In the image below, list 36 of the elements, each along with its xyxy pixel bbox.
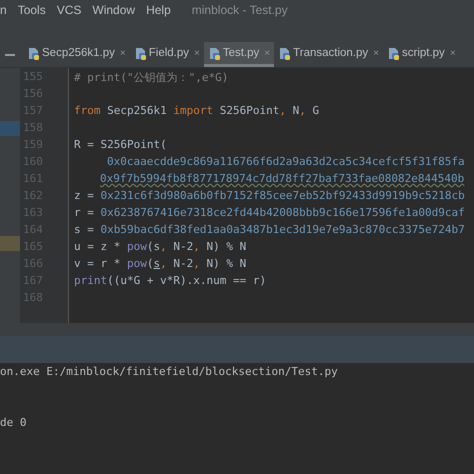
menu-item[interactable]: Help <box>146 3 171 17</box>
code-line: 0x9f7b5994fb8f877178974c7dd78ff27baf733fae08082e844540b <box>99 172 466 187</box>
console-line: de 0 <box>0 416 28 431</box>
tree-row-highlight <box>0 121 20 136</box>
python-file-icon <box>278 46 292 60</box>
code-line: R = S256Point( <box>74 138 168 153</box>
editor-tab[interactable]: Transaction.py × <box>274 42 383 67</box>
code-line: u = z * pow(s, N-2, N) % N <box>74 240 248 255</box>
python-file-icon <box>27 46 40 60</box>
code-line: # print("公钥值为：",e*G) <box>74 70 230 86</box>
menu-item[interactable]: VCS <box>56 3 82 17</box>
code-line: from Secp256k1 import S256Point, N, G <box>74 104 320 119</box>
code-line: s = 0xb59bac6df38fed1aa0a3487b1ec3d19e7e9a3c870cc3375e724b7 <box>74 223 466 238</box>
python-file-icon <box>386 46 400 60</box>
menu-item[interactable]: Tools <box>18 3 46 17</box>
editor-tab[interactable]: script.py × <box>382 42 460 67</box>
editor-tab[interactable]: Test.py × <box>204 42 274 67</box>
tree-row-highlight <box>0 236 20 251</box>
code-line: r = 0x6238767416e7318ce2fd44b42008bbb9c166e17596fe1a00d9caf <box>74 206 466 221</box>
code-line: v = r * pow(s, N-2, N) % N <box>74 257 248 272</box>
close-icon[interactable]: × <box>450 48 456 58</box>
code-line: z = 0x231c6f3d980a6b0fb7152f85cee7eb52bf92433d9919b9c5218cb <box>74 189 466 204</box>
console-line: on.exe E:/minblock/finitefield/blocksection/Test.py <box>0 365 339 380</box>
close-icon[interactable]: × <box>373 48 379 58</box>
minus-icon[interactable] <box>5 54 15 56</box>
python-file-icon <box>208 46 221 60</box>
window-title: minblock - Test.py <box>192 3 288 17</box>
code-line: print((u*G + v*R).x.num == r) <box>74 274 268 289</box>
editor-tab[interactable]: Field.py × <box>130 42 204 67</box>
close-icon[interactable]: × <box>194 48 200 58</box>
menu-item[interactable]: n <box>0 3 7 17</box>
close-icon[interactable]: × <box>120 48 126 58</box>
editor-tab[interactable]: Secp256k1.py × <box>23 42 130 67</box>
python-file-icon <box>134 46 147 60</box>
code-line: 0x0caaecdde9c869a116766f6d2a9a63d2ca5c34cefcf5f31f85fa <box>106 155 466 170</box>
menu-item[interactable]: Window <box>92 3 136 17</box>
